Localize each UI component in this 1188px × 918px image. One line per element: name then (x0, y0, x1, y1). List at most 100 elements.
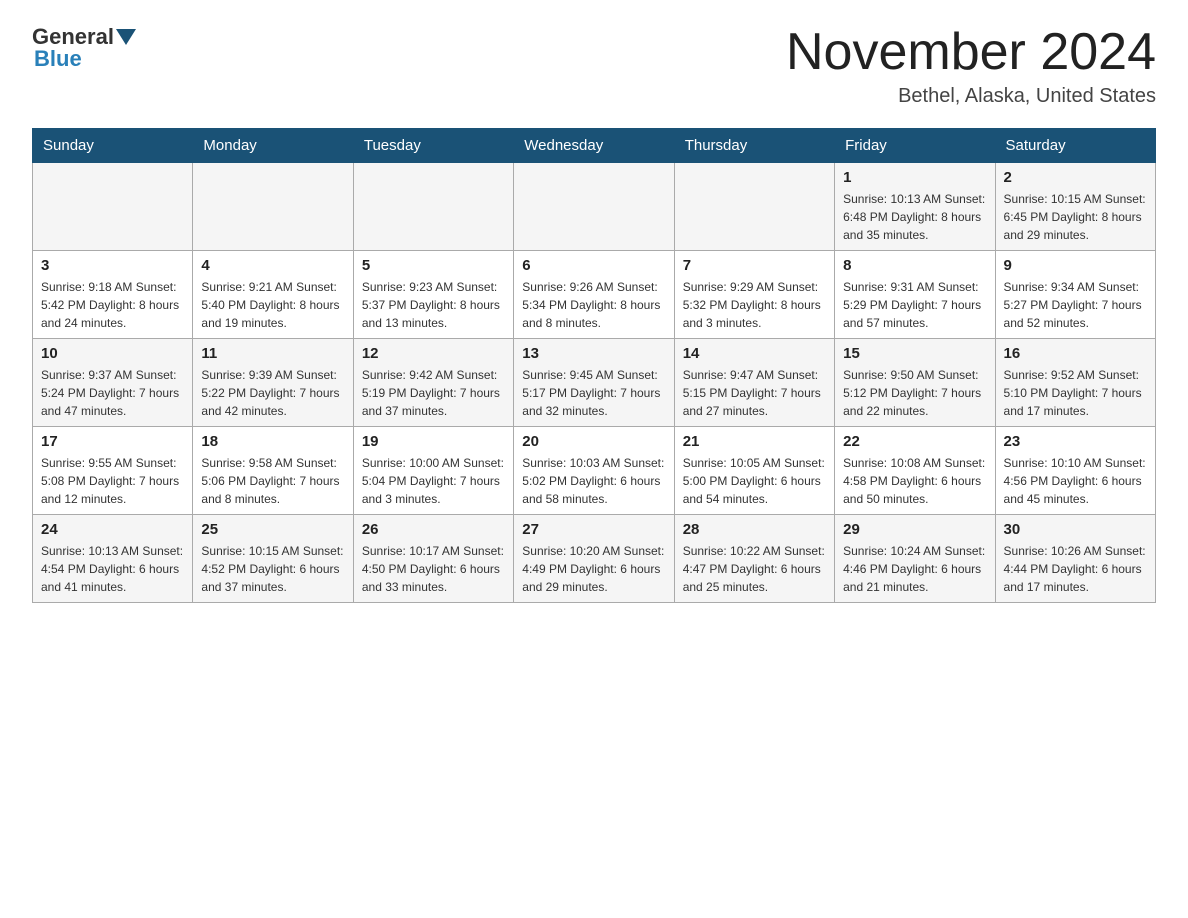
day-info: Sunrise: 9:26 AM Sunset: 5:34 PM Dayligh… (522, 278, 665, 332)
day-info: Sunrise: 10:10 AM Sunset: 4:56 PM Daylig… (1004, 454, 1147, 508)
day-number: 23 (1004, 433, 1147, 450)
day-number: 26 (362, 521, 505, 538)
calendar-day-cell: 27 Sunrise: 10:20 AM Sunset: 4:49 PM Dayl… (514, 515, 674, 603)
page-subtitle: Bethel, Alaska, United States (786, 85, 1156, 108)
page-header: General Blue November 2024 Bethel, Alask… (32, 24, 1156, 108)
day-number: 2 (1004, 169, 1147, 186)
day-info: Sunrise: 9:58 AM Sunset: 5:06 PM Dayligh… (201, 454, 344, 508)
day-info: Sunrise: 9:45 AM Sunset: 5:17 PM Dayligh… (522, 366, 665, 420)
day-info: Sunrise: 9:18 AM Sunset: 5:42 PM Dayligh… (41, 278, 184, 332)
day-number: 20 (522, 433, 665, 450)
day-info: Sunrise: 10:03 AM Sunset: 5:02 PM Daylig… (522, 454, 665, 508)
day-number: 6 (522, 257, 665, 274)
day-number: 29 (843, 521, 986, 538)
day-info: Sunrise: 9:39 AM Sunset: 5:22 PM Dayligh… (201, 366, 344, 420)
logo-triangle-icon (116, 29, 136, 45)
day-info: Sunrise: 10:24 AM Sunset: 4:46 PM Daylig… (843, 542, 986, 596)
calendar-day-cell: 23 Sunrise: 10:10 AM Sunset: 4:56 PM Dayl… (995, 427, 1155, 515)
page-title: November 2024 (786, 24, 1156, 81)
calendar-day-cell: 6 Sunrise: 9:26 AM Sunset: 5:34 PM Daylig… (514, 251, 674, 339)
calendar-day-cell: 10 Sunrise: 9:37 AM Sunset: 5:24 PM Dayli… (33, 339, 193, 427)
day-number: 3 (41, 257, 184, 274)
calendar-day-cell (514, 163, 674, 251)
calendar-weekday-saturday: Saturday (995, 129, 1155, 163)
day-number: 14 (683, 345, 826, 362)
calendar-day-cell (674, 163, 834, 251)
day-number: 18 (201, 433, 344, 450)
day-number: 10 (41, 345, 184, 362)
day-info: Sunrise: 9:37 AM Sunset: 5:24 PM Dayligh… (41, 366, 184, 420)
day-info: Sunrise: 10:13 AM Sunset: 6:48 PM Daylig… (843, 190, 986, 244)
calendar-day-cell: 11 Sunrise: 9:39 AM Sunset: 5:22 PM Dayli… (193, 339, 353, 427)
day-number: 21 (683, 433, 826, 450)
day-number: 25 (201, 521, 344, 538)
calendar-day-cell: 22Sunrise: 10:08 AM Sunset: 4:58 PM Dayl… (835, 427, 995, 515)
logo: General Blue (32, 24, 138, 72)
calendar-day-cell: 19 Sunrise: 10:00 AM Sunset: 5:04 PM Dayl… (353, 427, 513, 515)
day-number: 15 (843, 345, 986, 362)
calendar-weekday-friday: Friday (835, 129, 995, 163)
calendar-day-cell: 18 Sunrise: 9:58 AM Sunset: 5:06 PM Dayli… (193, 427, 353, 515)
day-info: Sunrise: 10:00 AM Sunset: 5:04 PM Daylig… (362, 454, 505, 508)
day-number: 30 (1004, 521, 1147, 538)
day-info: Sunrise: 9:34 AM Sunset: 5:27 PM Dayligh… (1004, 278, 1147, 332)
calendar-day-cell: 7Sunrise: 9:29 AM Sunset: 5:32 PM Daylig… (674, 251, 834, 339)
day-number: 11 (201, 345, 344, 362)
calendar-day-cell: 12 Sunrise: 9:42 AM Sunset: 5:19 PM Dayli… (353, 339, 513, 427)
calendar-day-cell: 9 Sunrise: 9:34 AM Sunset: 5:27 PM Daylig… (995, 251, 1155, 339)
calendar-weekday-thursday: Thursday (674, 129, 834, 163)
day-info: Sunrise: 9:55 AM Sunset: 5:08 PM Dayligh… (41, 454, 184, 508)
day-number: 27 (522, 521, 665, 538)
day-info: Sunrise: 9:21 AM Sunset: 5:40 PM Dayligh… (201, 278, 344, 332)
calendar-week-row: 17 Sunrise: 9:55 AM Sunset: 5:08 PM Dayli… (33, 427, 1156, 515)
calendar-day-cell (33, 163, 193, 251)
calendar-day-cell: 5Sunrise: 9:23 AM Sunset: 5:37 PM Daylig… (353, 251, 513, 339)
day-info: Sunrise: 10:15 AM Sunset: 4:52 PM Daylig… (201, 542, 344, 596)
day-info: Sunrise: 10:05 AM Sunset: 5:00 PM Daylig… (683, 454, 826, 508)
calendar-day-cell: 26 Sunrise: 10:17 AM Sunset: 4:50 PM Dayl… (353, 515, 513, 603)
title-area: November 2024 Bethel, Alaska, United Sta… (786, 24, 1156, 108)
calendar-day-cell: 30Sunrise: 10:26 AM Sunset: 4:44 PM Dayl… (995, 515, 1155, 603)
calendar-day-cell: 14Sunrise: 9:47 AM Sunset: 5:15 PM Dayli… (674, 339, 834, 427)
calendar-day-cell: 20 Sunrise: 10:03 AM Sunset: 5:02 PM Dayl… (514, 427, 674, 515)
calendar-day-cell: 2 Sunrise: 10:15 AM Sunset: 6:45 PM Dayli… (995, 163, 1155, 251)
calendar-day-cell: 17 Sunrise: 9:55 AM Sunset: 5:08 PM Dayli… (33, 427, 193, 515)
calendar-day-cell: 28 Sunrise: 10:22 AM Sunset: 4:47 PM Dayl… (674, 515, 834, 603)
day-info: Sunrise: 10:15 AM Sunset: 6:45 PM Daylig… (1004, 190, 1147, 244)
day-info: Sunrise: 10:17 AM Sunset: 4:50 PM Daylig… (362, 542, 505, 596)
calendar-day-cell (193, 163, 353, 251)
day-number: 7 (683, 257, 826, 274)
calendar-week-row: 10 Sunrise: 9:37 AM Sunset: 5:24 PM Dayli… (33, 339, 1156, 427)
day-number: 28 (683, 521, 826, 538)
day-number: 9 (1004, 257, 1147, 274)
day-info: Sunrise: 9:31 AM Sunset: 5:29 PM Dayligh… (843, 278, 986, 332)
day-number: 19 (362, 433, 505, 450)
calendar-day-cell: 16Sunrise: 9:52 AM Sunset: 5:10 PM Dayli… (995, 339, 1155, 427)
day-info: Sunrise: 10:13 AM Sunset: 4:54 PM Daylig… (41, 542, 184, 596)
calendar-week-row: 3 Sunrise: 9:18 AM Sunset: 5:42 PM Daylig… (33, 251, 1156, 339)
day-info: Sunrise: 9:50 AM Sunset: 5:12 PM Dayligh… (843, 366, 986, 420)
calendar-day-cell: 4 Sunrise: 9:21 AM Sunset: 5:40 PM Daylig… (193, 251, 353, 339)
calendar-weekday-monday: Monday (193, 129, 353, 163)
calendar-day-cell: 1 Sunrise: 10:13 AM Sunset: 6:48 PM Dayli… (835, 163, 995, 251)
calendar-day-cell: 8 Sunrise: 9:31 AM Sunset: 5:29 PM Daylig… (835, 251, 995, 339)
calendar-day-cell: 24Sunrise: 10:13 AM Sunset: 4:54 PM Dayl… (33, 515, 193, 603)
day-info: Sunrise: 9:23 AM Sunset: 5:37 PM Dayligh… (362, 278, 505, 332)
day-number: 12 (362, 345, 505, 362)
day-number: 17 (41, 433, 184, 450)
day-number: 8 (843, 257, 986, 274)
calendar-table: SundayMondayTuesdayWednesdayThursdayFrid… (32, 128, 1156, 603)
day-info: Sunrise: 10:22 AM Sunset: 4:47 PM Daylig… (683, 542, 826, 596)
calendar-day-cell: 25 Sunrise: 10:15 AM Sunset: 4:52 PM Dayl… (193, 515, 353, 603)
calendar-week-row: 1 Sunrise: 10:13 AM Sunset: 6:48 PM Dayli… (33, 163, 1156, 251)
calendar-day-cell: 21 Sunrise: 10:05 AM Sunset: 5:00 PM Dayl… (674, 427, 834, 515)
day-info: Sunrise: 9:52 AM Sunset: 5:10 PM Dayligh… (1004, 366, 1147, 420)
day-number: 1 (843, 169, 986, 186)
day-info: Sunrise: 9:42 AM Sunset: 5:19 PM Dayligh… (362, 366, 505, 420)
day-number: 4 (201, 257, 344, 274)
calendar-weekday-sunday: Sunday (33, 129, 193, 163)
calendar-day-cell: 3 Sunrise: 9:18 AM Sunset: 5:42 PM Daylig… (33, 251, 193, 339)
day-info: Sunrise: 10:20 AM Sunset: 4:49 PM Daylig… (522, 542, 665, 596)
calendar-header-row: SundayMondayTuesdayWednesdayThursdayFrid… (33, 129, 1156, 163)
day-info: Sunrise: 10:08 AM Sunset: 4:58 PM Daylig… (843, 454, 986, 508)
